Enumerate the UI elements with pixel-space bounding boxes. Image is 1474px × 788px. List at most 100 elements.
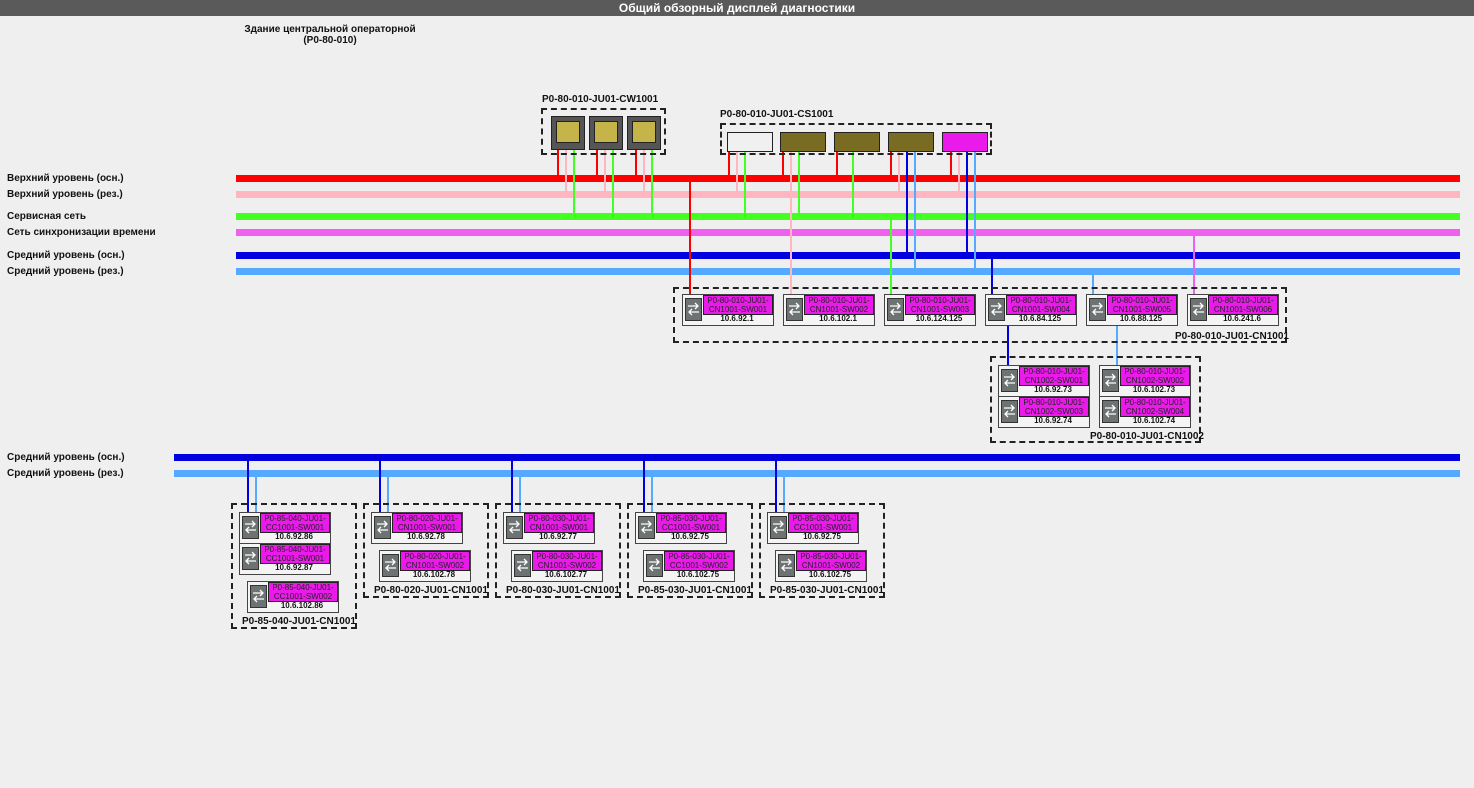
connection-line [736,150,738,194]
switch-ip: 10.6.124.125 [915,314,963,323]
network-bus-time_sync[interactable] [236,229,1460,236]
switch-name[interactable]: P0-85-040-JU01-CC1001-SW001 [260,544,330,564]
connection-line [958,150,960,194]
switch[interactable]: P0-85-030-JU01-CC1001-SW001 10.6.92.75 [767,512,859,544]
network-bus-upper_reserve[interactable] [236,191,1460,198]
switch-ip: 10.6.92.73 [1034,385,1072,394]
switch-icon[interactable] [374,516,391,539]
switch[interactable]: P0-80-010-JU01-CN1001-SW006 10.6.241.6 [1187,294,1279,326]
switch[interactable]: P0-80-010-JU01-CN1001-SW004 10.6.84.125 [985,294,1077,326]
server-icon[interactable] [780,132,826,152]
group-cw1001[interactable] [541,108,666,155]
network-bus-middle_main[interactable] [236,252,1460,259]
server-icon[interactable] [834,132,880,152]
switch-icon[interactable] [646,554,663,577]
group-label-s85040: P0-85-040-JU01-CN1001 [242,616,356,627]
switch[interactable]: P0-85-030-JU01-CN1001-SW002 10.6.102.75 [775,550,867,582]
network-bus-upper_main[interactable] [236,175,1460,182]
switch[interactable]: P0-85-040-JU01-CC1001-SW002 10.6.102.86 [247,581,339,613]
switch-name[interactable]: P0-80-010-JU01-CN1002-SW004 [1120,397,1190,417]
switch-name[interactable]: P0-80-020-JU01-CN1001-SW002 [400,551,470,571]
server-icon[interactable] [727,132,773,152]
switch[interactable]: P0-80-010-JU01-CN1001-SW002 10.6.102.1 [783,294,875,326]
window-title: Общий обзорный дисплей диагностики [0,0,1474,16]
building-name: Здание центральной операторной [244,24,416,35]
switch-name[interactable]: P0-80-010-JU01-CN1002-SW003 [1019,397,1089,417]
switch-ip: 10.6.102.75 [676,570,720,579]
workstation-icon[interactable] [589,116,623,150]
switch[interactable]: P0-85-040-JU01-CC1001-SW001 10.6.92.86 [239,512,331,544]
switch-icon[interactable] [685,298,702,321]
switch-icon[interactable] [506,516,523,539]
switch-icon[interactable] [242,547,259,570]
group-label-cn1001: P0-80-010-JU01-CN1001 [1175,331,1289,342]
network-bus-middle_reserve[interactable] [174,470,1460,477]
switch[interactable]: P0-80-010-JU01-CN1001-SW003 10.6.124.125 [884,294,976,326]
connection-line [898,150,900,194]
switch-name[interactable]: P0-85-030-JU01-CC1001-SW002 [664,551,734,571]
switch-name[interactable]: P0-80-010-JU01-CN1001-SW003 [905,295,975,315]
switch-icon[interactable] [770,516,787,539]
switch-icon[interactable] [1001,400,1018,423]
server-icon[interactable] [942,132,988,152]
server-icon[interactable] [888,132,934,152]
workstation-icon[interactable] [551,116,585,150]
switch-icon[interactable] [382,554,399,577]
switch-name[interactable]: P0-85-030-JU01-CN1001-SW002 [796,551,866,571]
switch-name[interactable]: P0-80-030-JU01-CN1001-SW001 [524,513,594,533]
switch-ip: 10.6.241.6 [1223,314,1261,323]
network-bus-service[interactable] [236,213,1460,220]
switch-icon[interactable] [250,585,267,608]
switch-name[interactable]: P0-85-040-JU01-CC1001-SW001 [260,513,330,533]
group-label-s85030b: P0-85-030-JU01-CN1001 [770,585,884,596]
switch-name[interactable]: P0-80-010-JU01-CN1001-SW006 [1208,295,1278,315]
switch-ip: 10.6.84.125 [1018,314,1062,323]
switch[interactable]: P0-80-010-JU01-CN1001-SW001 10.6.92.1 [682,294,774,326]
switch-icon[interactable] [638,516,655,539]
switch-ip: 10.6.92.77 [539,532,577,541]
group-cs1001[interactable] [720,123,992,155]
switch[interactable]: P0-80-020-JU01-CN1001-SW002 10.6.102.78 [379,550,471,582]
switch-icon[interactable] [1001,369,1018,392]
switch-icon[interactable] [1190,298,1207,321]
network-label: Средний уровень (осн.) [7,452,125,463]
connection-line [798,150,800,216]
switch-icon[interactable] [242,516,259,539]
switch[interactable]: P0-85-030-JU01-CC1001-SW002 10.6.102.75 [643,550,735,582]
switch[interactable]: P0-80-010-JU01-CN1002-SW004 10.6.102.74 [1099,396,1191,428]
switch-name[interactable]: P0-80-010-JU01-CN1002-SW001 [1019,366,1089,386]
switch-name[interactable]: P0-80-010-JU01-CN1001-SW002 [804,295,874,315]
switch-name[interactable]: P0-85-030-JU01-CC1001-SW001 [788,513,858,533]
switch[interactable]: P0-80-010-JU01-CN1002-SW002 10.6.102.73 [1099,365,1191,397]
switch-icon[interactable] [1102,369,1119,392]
switch[interactable]: P0-85-030-JU01-CC1001-SW001 10.6.92.75 [635,512,727,544]
switch[interactable]: P0-80-010-JU01-CN1001-SW005 10.6.88.125 [1086,294,1178,326]
switch-icon[interactable] [786,298,803,321]
switch-name[interactable]: P0-80-010-JU01-CN1002-SW002 [1120,366,1190,386]
switch[interactable]: P0-85-040-JU01-CC1001-SW001 10.6.92.87 [239,543,331,575]
switch-name[interactable]: P0-85-030-JU01-CC1001-SW001 [656,513,726,533]
switch-icon[interactable] [1089,298,1106,321]
switch-icon[interactable] [1102,400,1119,423]
switch-icon[interactable] [514,554,531,577]
connection-line [890,216,892,296]
building-code: (P0-80-010) [303,35,357,46]
switch[interactable]: P0-80-020-JU01-CN1001-SW001 10.6.92.78 [371,512,463,544]
switch-name[interactable]: P0-85-040-JU01-CC1001-SW002 [268,582,338,602]
switch-name[interactable]: P0-80-020-JU01-CN1001-SW001 [392,513,462,533]
switch-name[interactable]: P0-80-010-JU01-CN1001-SW001 [703,295,773,315]
switch[interactable]: P0-80-030-JU01-CN1001-SW001 10.6.92.77 [503,512,595,544]
network-bus-middle_reserve[interactable] [236,268,1460,275]
switch-name[interactable]: P0-80-010-JU01-CN1001-SW004 [1006,295,1076,315]
network-bus-middle_main[interactable] [174,454,1460,461]
switch-icon[interactable] [778,554,795,577]
switch[interactable]: P0-80-030-JU01-CN1001-SW002 10.6.102.77 [511,550,603,582]
switch-ip: 10.6.92.86 [275,532,313,541]
switch[interactable]: P0-80-010-JU01-CN1002-SW001 10.6.92.73 [998,365,1090,397]
switch-icon[interactable] [988,298,1005,321]
switch[interactable]: P0-80-010-JU01-CN1002-SW003 10.6.92.74 [998,396,1090,428]
switch-icon[interactable] [887,298,904,321]
workstation-icon[interactable] [627,116,661,150]
switch-name[interactable]: P0-80-030-JU01-CN1001-SW002 [532,551,602,571]
switch-name[interactable]: P0-80-010-JU01-CN1001-SW005 [1107,295,1177,315]
